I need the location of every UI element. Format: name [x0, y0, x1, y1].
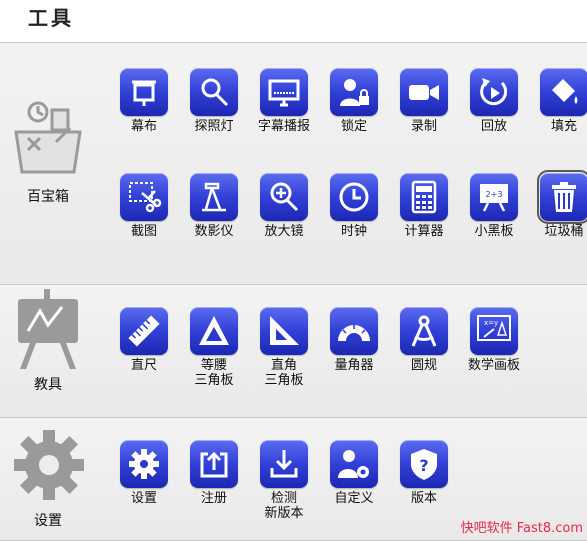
tool-settings-label: 设置 [130, 491, 157, 506]
tool-settings[interactable]: 设置 [108, 440, 180, 506]
gear-icon [129, 449, 159, 479]
tool-customize[interactable]: 自定义 [318, 440, 390, 506]
paint-bucket-icon [552, 79, 578, 104]
tool-protractor-label: 量角器 [334, 358, 374, 373]
video-camera-icon [409, 85, 439, 100]
zoom-in-icon [270, 182, 299, 212]
tool-clock-label: 时钟 [340, 224, 367, 239]
curtain-icon [132, 80, 156, 106]
tool-screenshot[interactable]: 截图 [108, 173, 180, 239]
tool-right-triangle-label: 直角 三角板 [264, 358, 304, 388]
protractor-icon [338, 325, 370, 341]
tool-spotlight-label: 探照灯 [194, 119, 234, 134]
tool-trash-label: 垃圾桶 [544, 224, 584, 239]
tool-spotlight[interactable]: 探照灯 [178, 68, 250, 134]
tool-compass-label: 圆规 [410, 358, 437, 373]
right-triangle-icon [270, 316, 299, 345]
tool-ruler[interactable]: 直尺 [108, 307, 180, 373]
tool-isosceles-triangle[interactable]: 等腰 三角板 [178, 307, 250, 388]
tool-record[interactable]: 录制 [388, 68, 460, 134]
tool-check-update[interactable]: 检测 新版本 [248, 440, 320, 521]
tool-lock[interactable]: 锁定 [318, 68, 390, 134]
tool-trash[interactable]: 垃圾桶 [528, 170, 587, 239]
monitor-icon [268, 79, 300, 107]
tool-register[interactable]: 注册 [178, 440, 250, 506]
tool-blackboard-label: 小黑板 [474, 224, 514, 239]
tool-curtain[interactable]: 幕布 [108, 68, 180, 134]
tool-customize-label: 自定义 [334, 491, 374, 506]
blackboard-icon: 2+3 [480, 184, 508, 212]
download-icon [270, 450, 298, 478]
tool-protractor[interactable]: 量角器 [318, 307, 390, 373]
tool-subtitle[interactable]: 字幕播报 [248, 68, 320, 134]
tool-subtitle-label: 字幕播报 [257, 119, 310, 134]
document-camera-icon [202, 182, 226, 212]
tool-playback-label: 回放 [480, 119, 507, 134]
section-toolbox: 百宝箱 幕布 探照灯 字幕播报 锁定 录制 回放 填充 截图 数影仪 放大镜 时… [0, 43, 587, 285]
tool-math-board[interactable]: x=y 数学画板 [458, 307, 530, 373]
calculator-icon [411, 180, 437, 214]
teaching-label: 教具 [34, 377, 62, 393]
register-icon [200, 451, 228, 478]
user-lock-icon [340, 79, 369, 106]
replay-icon [480, 78, 508, 106]
ruler-icon [128, 315, 160, 347]
tool-clock[interactable]: 时钟 [318, 173, 390, 239]
tool-isosceles-triangle-label: 等腰 三角板 [194, 358, 234, 388]
tool-version[interactable]: ? 版本 [388, 440, 460, 506]
tool-register-label: 注册 [200, 491, 227, 506]
tool-check-update-label: 检测 新版本 [264, 491, 304, 521]
tool-ruler-label: 直尺 [130, 358, 157, 373]
scissors-icon [129, 182, 162, 213]
compass-icon [411, 315, 437, 347]
tool-calculator-label: 计算器 [404, 224, 444, 239]
tool-magnifier[interactable]: 放大镜 [248, 173, 320, 239]
gear-icon [14, 430, 84, 500]
toolbox-label: 百宝箱 [27, 189, 69, 205]
tool-version-label: 版本 [410, 491, 437, 506]
spotlight-icon [201, 78, 229, 107]
settings-label: 设置 [34, 513, 62, 529]
header-bar: 工具 [0, 0, 587, 43]
tool-playback[interactable]: 回放 [458, 68, 530, 134]
easel-icon [18, 289, 78, 369]
watermark-text: 快吧软件 Fast8.com [460, 521, 583, 536]
isosceles-triangle-icon [199, 316, 229, 345]
tool-screenshot-label: 截图 [130, 224, 157, 239]
tool-right-triangle[interactable]: 直角 三角板 [248, 307, 320, 388]
svg-text:2+3: 2+3 [486, 190, 503, 199]
shield-question-icon: ? [411, 449, 437, 480]
tool-fill-label: 填充 [550, 119, 577, 134]
tool-record-label: 录制 [410, 119, 437, 134]
tool-projector[interactable]: 数影仪 [178, 173, 250, 239]
page-title: 工具 [28, 6, 74, 30]
tool-blackboard[interactable]: 2+3 小黑板 [458, 173, 530, 239]
svg-text:?: ? [419, 456, 428, 475]
svg-text:x=y: x=y [484, 319, 498, 327]
tool-calculator[interactable]: 计算器 [388, 173, 460, 239]
section-teaching: 教具 直尺 等腰 三角板 直角 三角板 量角器 圆规 x=y 数学画板 [0, 285, 587, 418]
math-board-icon: x=y [477, 315, 511, 341]
tool-curtain-label: 幕布 [130, 119, 157, 134]
trash-icon [552, 182, 576, 212]
toolbox-icon [14, 101, 82, 174]
tool-fill[interactable]: 填充 [528, 68, 587, 134]
tool-projector-label: 数影仪 [194, 224, 234, 239]
user-gear-icon [338, 450, 369, 478]
tool-compass[interactable]: 圆规 [388, 307, 460, 373]
tool-math-board-label: 数学画板 [467, 358, 520, 373]
tool-magnifier-label: 放大镜 [264, 224, 304, 239]
clock-icon [339, 182, 369, 212]
tool-lock-label: 锁定 [340, 119, 367, 134]
